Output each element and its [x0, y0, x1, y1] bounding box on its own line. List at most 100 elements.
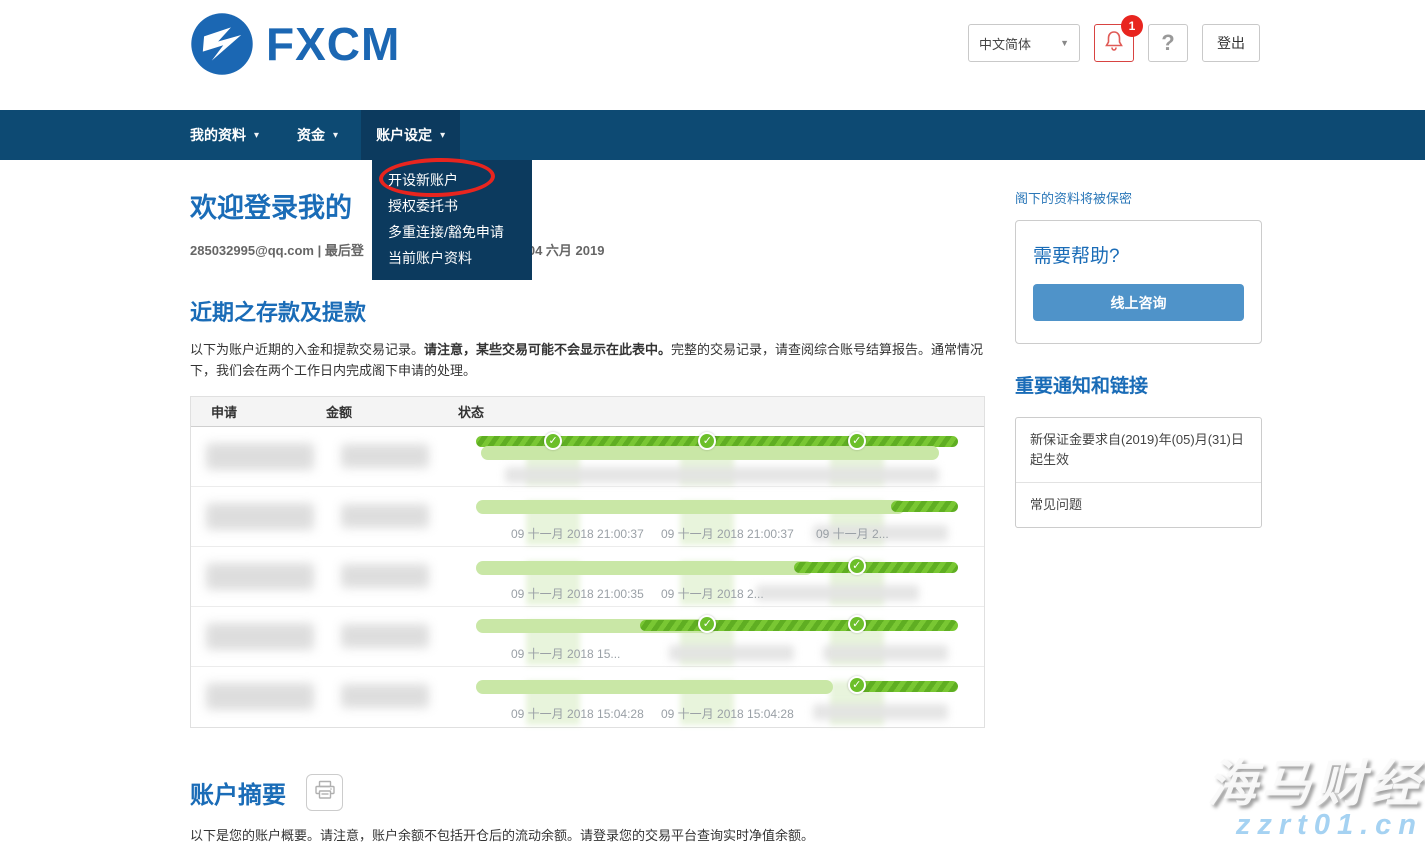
redacted-date-patch — [505, 467, 939, 483]
table-row: ✓ 09 十一月 2018 21:00:35 09 十一月 2018 2... — [191, 547, 984, 607]
status-progress-zone: ✓ 09 十一月 2018 21:00:35 09 十一月 2018 2... — [476, 547, 958, 607]
watermark: 海马财经 zzrt01.cn — [1207, 757, 1423, 842]
chevron-down-icon: ▾ — [440, 130, 445, 141]
description-bold-text: 请注意，某些交易可能不会显示在此表中。 — [424, 342, 671, 357]
help-box-title: 需要帮助? — [1033, 241, 1244, 268]
redacted-date-patch — [823, 645, 948, 661]
column-header-amount: 金额 — [326, 402, 458, 421]
transaction-date: 09 十一月 2018 21:00:35 — [511, 585, 644, 602]
chevron-down-icon: ▾ — [254, 130, 259, 141]
page: FXCM 中文简体 ▼ 1 ? 登出 — [0, 0, 1425, 842]
menu-item-current-account-info[interactable]: 当前账户资料 — [372, 245, 532, 271]
transactions-table: 申请 金额 状态 ✓✓✓09 十一月 2018 21:00:3709 十一月 2… — [190, 396, 985, 728]
notifications-button[interactable]: 1 — [1094, 24, 1134, 62]
account-subtitle: 285032995@qq.com | 最后登 04 六月 2019 — [190, 240, 985, 259]
chevron-down-icon: ▾ — [333, 130, 338, 141]
redacted-date-patch — [813, 704, 948, 720]
nav-item-label: 账户设定 — [376, 125, 432, 145]
printer-icon — [314, 780, 336, 805]
online-chat-button[interactable]: 线上咨询 — [1033, 284, 1244, 321]
language-selector[interactable]: 中文简体 ▼ — [968, 24, 1080, 62]
header-controls: 中文简体 ▼ 1 ? 登出 — [968, 24, 1260, 62]
redacted-date-patch — [756, 585, 920, 601]
fxcm-logo-text: FXCM — [266, 21, 400, 67]
table-row: 09 十一月 2018 21:00:37 09 十一月 2018 21:00:37… — [191, 487, 984, 547]
notices-title: 重要通知和链接 — [1015, 371, 1262, 398]
account-summary-header: 账户摘要 — [190, 774, 985, 811]
chevron-down-icon: ▼ — [1060, 38, 1069, 48]
help-box: 需要帮助? 线上咨询 — [1015, 220, 1262, 344]
menu-item-power-of-attorney[interactable]: 授权委托书 — [372, 193, 532, 219]
menu-item-multi-connection[interactable]: 多重连接/豁免申请 — [372, 219, 532, 245]
notification-badge: 1 — [1121, 15, 1143, 37]
progress-bar-striped — [852, 681, 958, 692]
table-row: ✓✓09 十一月 2018 15... — [191, 607, 984, 667]
check-icon: ✓ — [544, 432, 562, 450]
notice-links-box: 新保证金要求自(2019)年(05)月(31)日起生效 常见问题 — [1015, 417, 1262, 528]
progress-bar-solid — [476, 500, 905, 514]
check-icon: ✓ — [848, 557, 866, 575]
table-header-row: 申请 金额 状态 — [191, 397, 984, 427]
main-navbar: 我的资料 ▾ 资金 ▾ 账户设定 ▾ — [0, 110, 1425, 160]
redacted-date-patch — [669, 645, 794, 661]
account-summary-description: 以下是您的账户概要。请注意，账户余额不包括开仓后的流动余额。请登录您的交易平台查… — [190, 826, 985, 842]
progress-bar-solid — [476, 561, 813, 575]
check-icon: ✓ — [848, 676, 866, 694]
top-header: FXCM 中文简体 ▼ 1 ? 登出 — [0, 0, 1425, 110]
nav-item-label: 资金 — [297, 125, 325, 145]
account-summary-section: 账户摘要 以下是您的账户概要。请注意，账户余额不包括开仓后的流动余额。请登录您的… — [190, 774, 985, 842]
status-progress-zone: ✓✓09 十一月 2018 15... — [476, 607, 958, 667]
redacted-application-cell — [206, 563, 314, 590]
column-header-status: 状态 — [458, 402, 984, 421]
fxcm-logo-icon — [190, 12, 254, 76]
description-text: 以下为账户近期的入金和提款交易记录。 — [190, 342, 424, 357]
nav-item-my-profile[interactable]: 我的资料 ▾ — [175, 110, 274, 160]
help-button[interactable]: ? — [1148, 24, 1188, 62]
transaction-date: 09 十一月 2018 21:00:37 — [661, 525, 794, 542]
link-faq[interactable]: 常见问题 — [1016, 482, 1261, 527]
fxcm-logo[interactable]: FXCM — [190, 12, 400, 76]
logout-button[interactable]: 登出 — [1202, 24, 1260, 62]
check-icon: ✓ — [848, 432, 866, 450]
nav-item-account-settings[interactable]: 账户设定 ▾ — [361, 110, 460, 160]
transaction-date: 09 十一月 2018 15... — [511, 645, 620, 662]
menu-item-open-new-account[interactable]: 开设新账户 — [372, 167, 532, 193]
account-settings-dropdown: 开设新账户 授权委托书 多重连接/豁免申请 当前账户资料 — [372, 160, 532, 280]
watermark-url: zzrt01.cn — [1207, 810, 1423, 842]
page-title: 欢迎登录我的 — [190, 193, 985, 223]
main-content: 欢迎登录我的 285032995@qq.com | 最后登04 六月 2019 … — [190, 160, 985, 842]
table-row: ✓ 09 十一月 2018 15:04:28 09 十一月 2018 15:04:2… — [191, 667, 984, 727]
bell-icon — [1104, 30, 1124, 57]
table-row: ✓✓✓ — [191, 427, 984, 487]
transaction-date: 09 十一月 2018 15:04:28 — [661, 705, 794, 722]
redacted-amount-cell — [341, 504, 429, 528]
nav-item-label: 我的资料 — [190, 125, 246, 145]
column-header-application: 申请 — [191, 402, 326, 421]
transaction-date: 09 十一月 2018 15:04:28 — [511, 705, 644, 722]
progress-bar-striped — [891, 501, 958, 512]
status-progress-zone: 09 十一月 2018 21:00:37 09 十一月 2018 21:00:37… — [476, 487, 958, 547]
question-mark-icon: ? — [1161, 30, 1174, 56]
right-sidebar: 阁下的资料将被保密 需要帮助? 线上咨询 重要通知和链接 新保证金要求自(201… — [1015, 160, 1262, 528]
print-button[interactable] — [306, 774, 343, 811]
redacted-application-cell — [206, 623, 314, 650]
progress-bar-striped — [794, 562, 958, 573]
redacted-amount-cell — [341, 444, 429, 468]
transaction-date: 09 十一月 2... — [816, 525, 889, 542]
redacted-application-cell — [206, 683, 314, 710]
last-login-date: 04 六月 2019 — [528, 243, 605, 258]
recent-table-body: ✓✓✓09 十一月 2018 21:00:3709 十一月 2018 21:00… — [191, 427, 984, 727]
progress-bar-striped — [640, 620, 958, 631]
language-selector-value: 中文简体 — [979, 34, 1031, 53]
recent-deposits-title: 近期之存款及提款 — [190, 295, 985, 327]
link-margin-requirement[interactable]: 新保证金要求自(2019)年(05)月(31)日起生效 — [1016, 418, 1261, 482]
nav-item-funds[interactable]: 资金 ▾ — [282, 110, 353, 160]
account-email: 285032995@qq.com | 最后登 — [190, 243, 364, 258]
account-summary-title: 账户摘要 — [190, 775, 286, 810]
status-progress-zone: ✓✓✓ — [476, 427, 958, 487]
transaction-date: 09 十一月 2018 21:00:37 — [511, 525, 644, 542]
redacted-application-cell — [206, 443, 314, 470]
check-icon: ✓ — [848, 615, 866, 633]
transaction-date: 09 十一月 2018 2... — [661, 585, 764, 602]
progress-bar-solid — [476, 680, 833, 694]
